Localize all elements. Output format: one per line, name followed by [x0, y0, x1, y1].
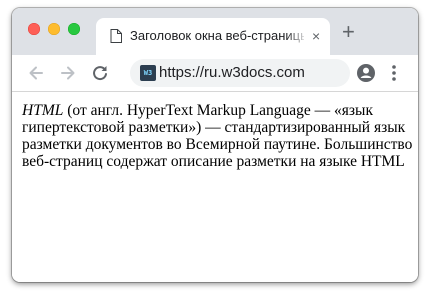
arrow-left-icon[interactable] [26, 63, 46, 83]
zoom-window-button[interactable] [68, 23, 80, 35]
close-window-button[interactable] [28, 23, 40, 35]
browser-tab[interactable]: Заголовок окна веб-страницы × [96, 18, 330, 55]
kebab-menu-icon[interactable] [388, 63, 400, 83]
page-paragraph: HTML (от англ. HyperText Markup Language… [22, 102, 414, 170]
browser-window: Заголовок окна веб-страницы × + W3 https… [12, 8, 418, 282]
account-icon[interactable] [356, 63, 376, 83]
minimize-window-button[interactable] [48, 23, 60, 35]
page-icon [110, 29, 122, 43]
paragraph-text: (от англ. HyperText Markup Language — «я… [22, 102, 413, 170]
url-text[interactable]: https://ru.w3docs.com [159, 64, 305, 82]
tab-title-fade [286, 24, 308, 48]
html-abbr: HTML [22, 102, 64, 119]
new-tab-button[interactable]: + [342, 21, 355, 43]
tab-title: Заголовок окна веб-страницы [130, 28, 304, 43]
address-bar[interactable]: W3 https://ru.w3docs.com [130, 59, 350, 87]
reload-icon[interactable] [90, 63, 110, 83]
page-content: HTML (от англ. HyperText Markup Language… [12, 92, 418, 282]
site-favicon: W3 [140, 65, 156, 81]
title-bar: Заголовок окна веб-страницы × + [12, 8, 418, 55]
browser-toolbar: W3 https://ru.w3docs.com [12, 55, 418, 92]
tab-close-icon[interactable]: × [312, 28, 320, 44]
arrow-right-icon[interactable] [58, 63, 78, 83]
